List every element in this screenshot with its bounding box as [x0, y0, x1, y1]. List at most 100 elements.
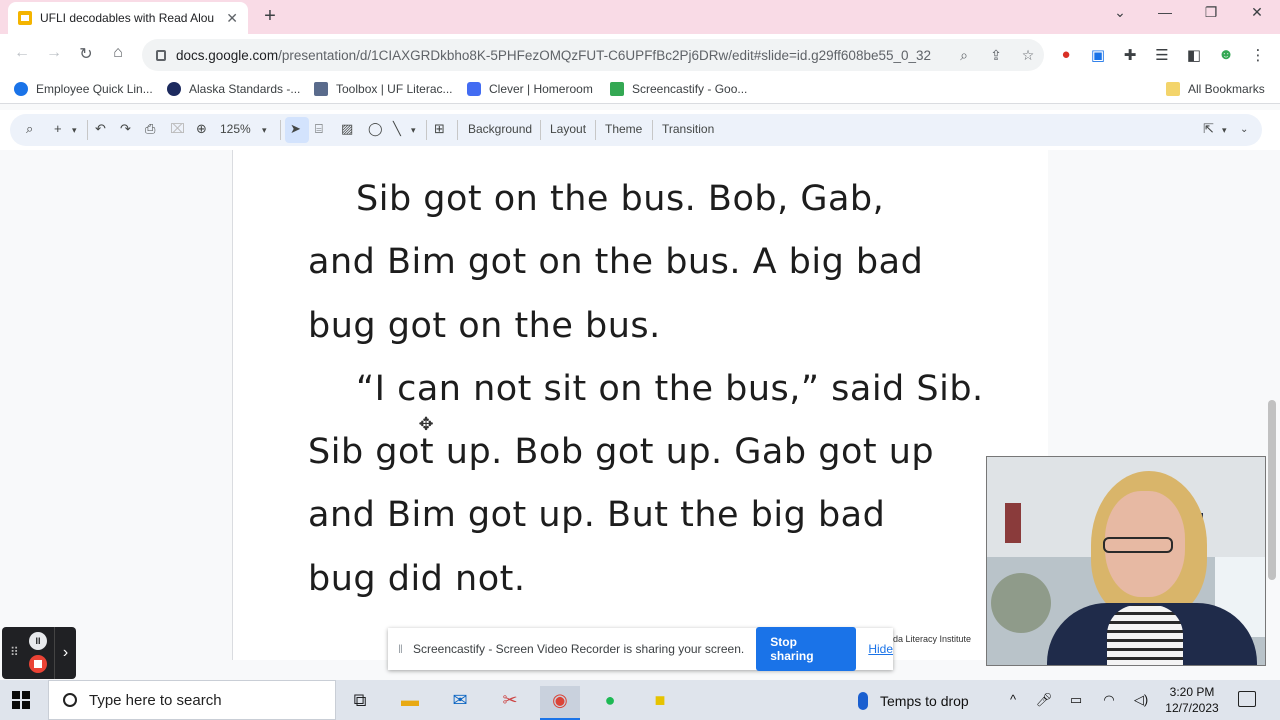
share-icon[interactable]: ⇪ — [980, 47, 1012, 64]
stop-recording-icon[interactable] — [29, 655, 47, 673]
insert-image-icon[interactable]: ▨ — [341, 121, 353, 137]
story-text-box[interactable]: Sib got on the bus. Bob, Gab, and Bim go… — [308, 168, 1008, 611]
screencastify-extension-icon[interactable]: ● — [1055, 46, 1077, 63]
clock-date: 12/7/2023 — [1165, 701, 1219, 715]
battery-icon[interactable]: ▭ — [1065, 692, 1087, 708]
side-panel-icon[interactable]: ◧ — [1183, 46, 1205, 64]
chrome-icon[interactable]: ◉ — [540, 686, 580, 720]
windows-start-icon[interactable] — [12, 691, 30, 709]
media-control-icon[interactable]: ☰ — [1151, 46, 1173, 64]
undo-icon[interactable]: ↶ — [95, 121, 106, 137]
stop-sharing-button[interactable]: Stop sharing — [756, 627, 857, 671]
story-line: bug did not. — [308, 558, 526, 599]
microphone-icon[interactable]: 🎤︎ — [1033, 692, 1055, 708]
new-tab-button[interactable]: + — [258, 5, 282, 28]
menu-kebab-icon[interactable]: ⋮ — [1247, 46, 1269, 64]
drag-handle-icon[interactable]: ‖ — [398, 642, 403, 656]
windows-taskbar: Type here to search ⧉ ▬ ✉ ✂ ◉ ● ■ Temps … — [0, 680, 1280, 720]
story-line: and Bim got up. But the big bad — [308, 495, 886, 536]
shape-icon[interactable]: ◯ — [368, 121, 383, 137]
address-bar[interactable]: docs.google.com/presentation/d/1CIAXGRDk… — [142, 39, 1044, 71]
story-line: bug got on the bus. — [308, 305, 661, 346]
text-box-icon[interactable]: ⌸ — [315, 121, 323, 137]
line-icon[interactable]: ╲ — [393, 121, 401, 137]
show-hidden-icons-icon[interactable]: ^ — [1002, 692, 1024, 707]
vertical-scrollbar[interactable] — [1268, 400, 1276, 580]
toolbar-divider — [652, 120, 653, 140]
story-line: Sib got up. Bob got up. Gab got up — [308, 432, 935, 473]
drag-handle-icon[interactable]: ⠿ — [10, 645, 19, 659]
forward-button[interactable]: → — [42, 44, 66, 62]
toolbar-divider — [595, 120, 596, 140]
zoom-icon[interactable]: ⌕ — [948, 47, 980, 64]
toolbar-divider — [457, 120, 458, 140]
expand-controls-icon[interactable]: › — [54, 627, 76, 679]
webcam-person-glasses — [1103, 537, 1173, 553]
toolbar-divider — [540, 120, 541, 140]
zoom-dropdown-icon[interactable]: ▾ — [262, 125, 267, 136]
system-clock[interactable]: 3:20 PM 12/7/2023 — [1162, 684, 1222, 716]
paint-format-icon[interactable]: ⌧ — [170, 121, 185, 137]
minimize-button[interactable]: — — [1153, 4, 1177, 20]
editing-mode-icon[interactable]: ⇱ — [1203, 121, 1214, 137]
zoom-level[interactable]: 125% — [220, 122, 251, 136]
tab-strip: UFLI decodables with Read Alou ✕ + ⌄ — ❐… — [0, 0, 1280, 34]
print-icon[interactable]: ⎙ — [145, 121, 155, 137]
profile-avatar-icon[interactable]: ☻ — [1215, 46, 1237, 63]
zoom-in-icon[interactable]: ⊕ — [196, 121, 207, 137]
task-view-icon[interactable]: ⧉ — [340, 686, 380, 720]
collapse-toolbar-icon[interactable]: ⌄ — [1240, 124, 1248, 135]
outlook-icon[interactable]: ✉ — [440, 686, 480, 720]
pause-recording-icon[interactable]: II — [29, 632, 47, 650]
layout-button[interactable]: Layout — [550, 122, 586, 136]
url-text[interactable]: docs.google.com/presentation/d/1CIAXGRDk… — [176, 48, 948, 63]
back-button[interactable]: ← — [10, 44, 34, 62]
search-menus-icon[interactable]: ⌕ — [26, 121, 33, 137]
line-dropdown-icon[interactable]: ▾ — [411, 125, 416, 136]
browser-tab[interactable]: UFLI decodables with Read Alou ✕ — [8, 2, 248, 34]
bookmark-clever-homeroom[interactable]: Clever | Homeroom — [467, 82, 593, 96]
theme-button[interactable]: Theme — [605, 122, 642, 136]
lock-icon[interactable] — [156, 49, 166, 61]
redo-icon[interactable]: ↷ — [120, 121, 131, 137]
editing-mode-dropdown-icon[interactable]: ▾ — [1222, 125, 1227, 136]
reload-button[interactable]: ↻ — [74, 44, 98, 64]
recording-controls: ⠿ II › — [2, 627, 76, 679]
extension-icon[interactable]: ▣ — [1087, 46, 1109, 64]
all-bookmarks-folder[interactable]: All Bookmarks — [1166, 82, 1265, 96]
restore-button[interactable]: ❐ — [1199, 4, 1223, 21]
wifi-icon[interactable]: ◠ — [1098, 692, 1120, 708]
slide-canvas[interactable]: Sib got on the bus. Bob, Gab, and Bim go… — [232, 150, 1048, 660]
toolbar-divider — [426, 120, 427, 140]
background-button[interactable]: Background — [468, 122, 532, 136]
file-explorer-icon[interactable]: ▬ — [390, 686, 430, 720]
spotify-icon[interactable]: ● — [590, 686, 630, 720]
story-line: and Bim got on the bus. A big bad — [308, 242, 924, 283]
hide-banner-link[interactable]: Hide — [868, 642, 893, 656]
volume-icon[interactable]: ◁) — [1130, 692, 1152, 708]
screen-sharing-banner: ‖ Screencastify - Screen Video Recorder … — [388, 627, 893, 671]
bookmark-star-icon[interactable]: ☆ — [1012, 47, 1044, 64]
notifications-icon[interactable] — [1238, 691, 1256, 707]
new-slide-icon[interactable]: + — [54, 121, 62, 136]
slide-footnote: da Literacy Institute — [893, 634, 972, 644]
tab-close-icon[interactable]: ✕ — [226, 10, 238, 27]
transition-button[interactable]: Transition — [662, 122, 714, 136]
home-button[interactable]: ⌂ — [106, 44, 130, 62]
taskbar-search-box[interactable]: Type here to search — [48, 680, 336, 720]
insert-comment-icon[interactable]: ⊞ — [434, 121, 445, 137]
bookmark-alaska-standards[interactable]: Alaska Standards -... — [167, 82, 300, 96]
story-line: “I can not sit on the bus,” said Sib. — [356, 368, 984, 409]
weather-widget[interactable]: Temps to drop — [858, 692, 969, 710]
webcam-tree-poster — [991, 573, 1051, 633]
bookmark-toolbox-uf-literacy[interactable]: Toolbox | UF Literac... — [314, 82, 453, 96]
new-slide-dropdown-icon[interactable]: ▾ — [72, 125, 77, 136]
tab-search-icon[interactable]: ⌄ — [1108, 4, 1132, 21]
bookmark-screencastify[interactable]: Screencastify - Goo... — [610, 82, 747, 96]
bookmark-employee-quick-links[interactable]: Employee Quick Lin... — [14, 82, 153, 96]
snipping-tool-icon[interactable]: ✂ — [490, 686, 530, 720]
select-cursor-icon[interactable]: ➤ — [290, 121, 301, 137]
sticky-notes-icon[interactable]: ■ — [640, 686, 680, 720]
close-window-button[interactable]: ✕ — [1245, 4, 1269, 21]
puzzle-extensions-icon[interactable]: ✚ — [1119, 46, 1141, 64]
